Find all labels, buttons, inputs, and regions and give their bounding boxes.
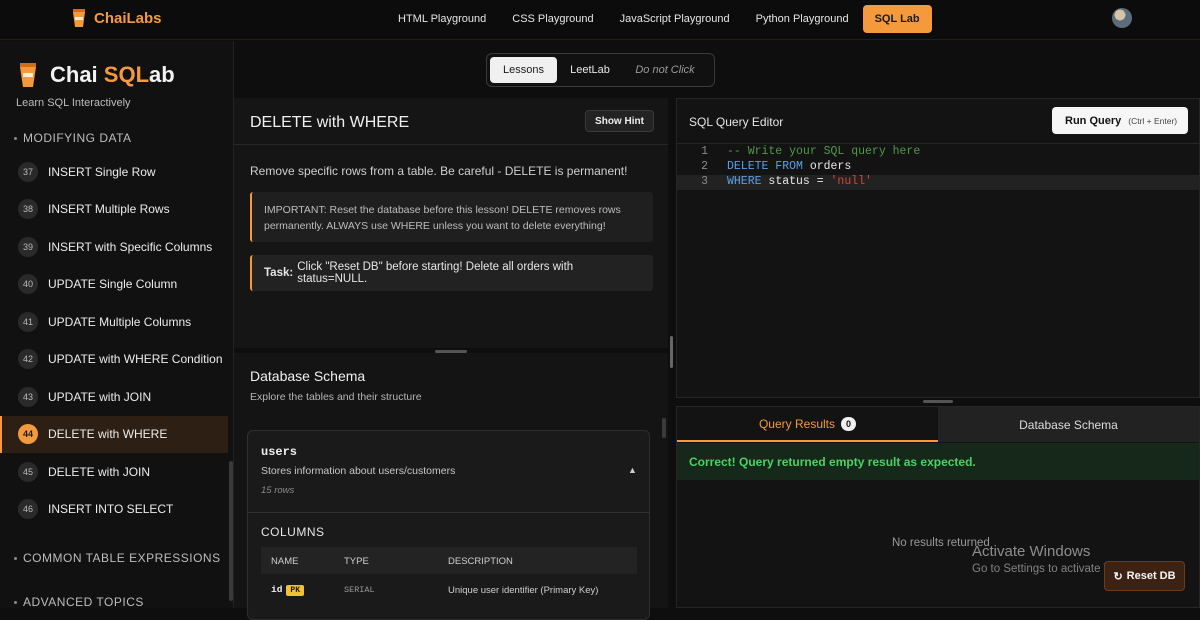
- columns-heading: COLUMNS: [261, 525, 325, 539]
- schema-title: Database Schema: [250, 368, 366, 384]
- section-common-table-expressions[interactable]: COMMON TABLE EXPRESSIONS: [14, 551, 221, 565]
- nav-javascript-playground[interactable]: JavaScript Playground: [608, 5, 742, 33]
- nav-python-playground[interactable]: Python Playground: [744, 5, 861, 33]
- line-number: 2: [701, 160, 708, 173]
- lesson-item[interactable]: 43 UPDATE with JOIN: [0, 378, 228, 416]
- tab-leetlab[interactable]: LeetLab: [563, 57, 617, 83]
- col-header-name: NAME: [271, 556, 299, 567]
- warning-callout: IMPORTANT: Reset the database before thi…: [250, 192, 653, 242]
- results-resize-handle[interactable]: [923, 400, 953, 403]
- schema-subtitle: Explore the tables and their structure: [250, 391, 422, 403]
- nav-html-playground[interactable]: HTML Playground: [386, 5, 498, 33]
- tab-database-schema[interactable]: Database Schema: [938, 407, 1199, 442]
- column-type: SERIAL: [344, 585, 375, 595]
- code-text: WHERE status = 'null': [727, 175, 872, 188]
- bullet-icon: [14, 136, 17, 140]
- horizontal-resize-handle[interactable]: [670, 336, 673, 368]
- lesson-item[interactable]: 45 DELETE with JOIN: [0, 453, 228, 491]
- user-avatar[interactable]: [1112, 8, 1132, 28]
- lesson-item[interactable]: 40 UPDATE Single Column: [0, 266, 228, 304]
- lesson-item[interactable]: 42 UPDATE with WHERE Condition: [0, 341, 228, 379]
- chai-cup-icon: [73, 9, 85, 27]
- task-callout: Task: Click "Reset DB" before starting! …: [250, 255, 653, 291]
- brand-name: ChaiLabs: [94, 9, 162, 27]
- line-number: 3: [701, 175, 708, 188]
- lesson-item[interactable]: 41 UPDATE Multiple Columns: [0, 303, 228, 341]
- code-line: 1 -- Write your SQL query here: [677, 145, 1199, 160]
- bullet-icon: [14, 600, 17, 604]
- table-name: users: [261, 445, 298, 459]
- task-text: Click "Reset DB" before starting! Delete…: [297, 261, 574, 285]
- table-row-count: 15 rows: [261, 485, 295, 496]
- table-row: id PK SERIAL Unique user identifier (Prim…: [261, 576, 637, 602]
- col-header-description: DESCRIPTION: [448, 556, 513, 567]
- tab-do-not-click[interactable]: Do not Click: [623, 57, 707, 83]
- tab-lessons[interactable]: Lessons: [490, 57, 557, 83]
- task-label: Task:: [264, 267, 294, 279]
- sidebar-logo: Chai SQLab: [18, 61, 175, 89]
- editor-header: SQL Query Editor Run Query (Ctrl + Enter…: [677, 99, 1199, 144]
- lesson-item[interactable]: 37 INSERT Single Row: [0, 153, 228, 191]
- sidebar-scrollbar[interactable]: [229, 461, 233, 601]
- brand-logo-link[interactable]: ChaiLabs: [72, 8, 162, 28]
- code-text: DELETE FROM orders: [727, 160, 852, 173]
- table-card-users[interactable]: users Stores information about users/cus…: [247, 430, 650, 620]
- schema-scrollbar[interactable]: [662, 418, 666, 438]
- chai-cup-icon: [20, 63, 36, 87]
- section-modifying-data[interactable]: MODIFYING DATA: [14, 131, 132, 145]
- section-advanced-topics[interactable]: ADVANCED TOPICS: [14, 595, 144, 609]
- lesson-sidebar: Chai SQLab Learn SQL Interactively MODIF…: [0, 41, 234, 609]
- sidebar-subtitle: Learn SQL Interactively: [16, 97, 131, 109]
- lesson-header: DELETE with WHERE Show Hint: [234, 98, 668, 145]
- editor-title: SQL Query Editor: [689, 115, 784, 129]
- lesson-item[interactable]: 46 INSERT INTO SELECT: [0, 491, 228, 529]
- column-description: Unique user identifier (Primary Key): [448, 585, 599, 596]
- results-count-badge: 0: [841, 416, 857, 431]
- lesson-item[interactable]: 39 INSERT with Specific Columns: [0, 228, 228, 266]
- table-description: Stores information about users/customers: [261, 465, 456, 477]
- results-tabs: Query Results 0 Database Schema: [677, 407, 1199, 442]
- lesson-item-active[interactable]: 44 DELETE with WHERE: [0, 415, 228, 453]
- schema-panel: Database Schema Explore the tables and t…: [234, 353, 668, 620]
- divider: [248, 512, 649, 513]
- nav-css-playground[interactable]: CSS Playground: [500, 5, 605, 33]
- code-editor[interactable]: 1 -- Write your SQL query here 2 DELETE …: [677, 145, 1199, 190]
- run-shortcut-hint: (Ctrl + Enter): [1128, 115, 1178, 126]
- line-number: 1: [701, 145, 708, 158]
- columns-table-header: NAME TYPE DESCRIPTION: [261, 547, 637, 574]
- tab-query-results[interactable]: Query Results 0: [677, 407, 938, 442]
- mode-switcher: Lessons LeetLab Do not Click: [486, 53, 715, 87]
- collapse-triangle-icon[interactable]: ▲: [628, 465, 637, 475]
- lesson-description: Remove specific rows from a table. Be ca…: [250, 164, 628, 178]
- lesson-list: 37 INSERT Single Row 38 INSERT Multiple Ro…: [0, 153, 228, 528]
- primary-key-badge: PK: [286, 585, 305, 596]
- run-query-button[interactable]: Run Query (Ctrl + Enter): [1052, 107, 1188, 134]
- bullet-icon: [14, 556, 17, 560]
- nav-sql-lab[interactable]: SQL Lab: [862, 5, 932, 33]
- lesson-panel: DELETE with WHERE Show Hint Remove speci…: [234, 98, 668, 348]
- nav-links: HTML Playground CSS Playground JavaScrip…: [386, 5, 934, 33]
- code-line-current: 3 WHERE status = 'null': [677, 175, 1199, 190]
- sidebar-title: Chai SQLab: [50, 62, 175, 87]
- lesson-item[interactable]: 38 INSERT Multiple Rows: [0, 191, 228, 229]
- show-hint-button[interactable]: Show Hint: [585, 110, 654, 132]
- col-header-type: TYPE: [344, 556, 369, 567]
- reset-db-button[interactable]: ↻ Reset DB: [1104, 561, 1185, 591]
- sql-editor-panel: SQL Query Editor Run Query (Ctrl + Enter…: [676, 98, 1200, 398]
- top-nav: ChaiLabs HTML Playground CSS Playground …: [0, 0, 1200, 40]
- code-line: 2 DELETE FROM orders: [677, 160, 1199, 175]
- activate-windows-title: Activate Windows: [972, 543, 1091, 560]
- code-comment: -- Write your SQL query here: [727, 145, 921, 158]
- success-message: Correct! Query returned empty result as …: [677, 443, 1199, 480]
- reset-icon: ↻: [1113, 570, 1123, 583]
- lesson-title: DELETE with WHERE: [250, 114, 410, 131]
- column-name: id PK: [271, 584, 305, 596]
